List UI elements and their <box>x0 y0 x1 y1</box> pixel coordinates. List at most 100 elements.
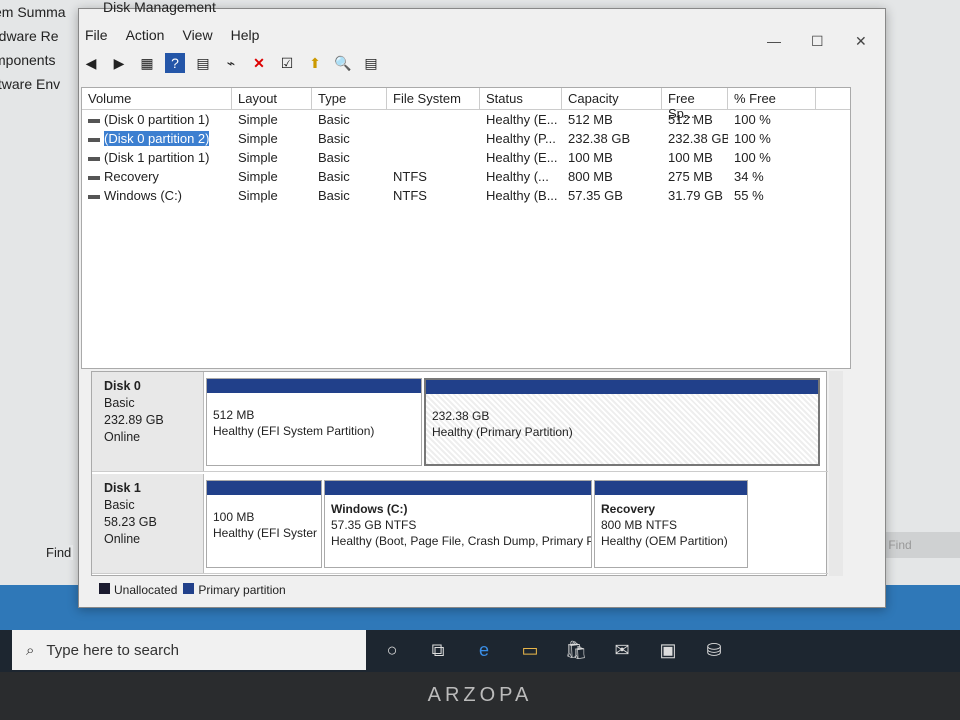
cell-fs: NTFS <box>393 188 427 203</box>
cell-volume: (Disk 0 partition 2) <box>104 131 210 146</box>
taskbar-search[interactable]: ⌕ Type here to search <box>12 630 366 670</box>
graph-scrollbar[interactable] <box>829 371 843 576</box>
partition-efi[interactable]: 100 MB Healthy (EFI Syster <box>206 480 322 568</box>
mail-icon[interactable]: ✉ <box>608 636 636 664</box>
task-view-icon[interactable]: ⧉ <box>424 636 452 664</box>
table-row[interactable]: (Disk 1 partition 1) Simple Basic Healthy (… <box>82 148 850 167</box>
col-percent-free[interactable]: % Free <box>728 88 816 109</box>
bg-item[interactable]: ftware Env <box>0 72 80 96</box>
partition-primary-selected[interactable]: 232.38 GB Healthy (Primary Partition) <box>424 378 820 466</box>
menu-file[interactable]: File <box>85 27 108 43</box>
col-status[interactable]: Status <box>480 88 562 109</box>
disk-0[interactable]: Disk 0 Basic 232.89 GB Online 512 MB Heal… <box>92 372 828 472</box>
disk-0-label[interactable]: Disk 0 Basic 232.89 GB Online <box>92 372 204 471</box>
cell-layout: Simple <box>238 150 278 165</box>
partition-windows-c[interactable]: Windows (C:) 57.35 GB NTFS Healthy (Boot, … <box>324 480 592 568</box>
cell-free: 232.38 GB <box>668 131 728 146</box>
close-button[interactable]: ✕ <box>855 33 867 50</box>
file-explorer-icon[interactable]: ▭ <box>516 636 544 664</box>
import-icon[interactable]: ⬆ <box>305 53 325 73</box>
delete-icon[interactable]: ✕ <box>249 53 269 73</box>
disk-1[interactable]: Disk 1 Basic 58.23 GB Online 100 MB Healt… <box>92 474 828 574</box>
back-icon[interactable]: ◀ <box>81 53 101 73</box>
disk-name: Disk 1 <box>104 481 141 495</box>
col-capacity[interactable]: Capacity <box>562 88 662 109</box>
cell-volume: Windows (C:) <box>104 188 183 203</box>
cell-pct: 100 % <box>734 112 771 127</box>
cell-status: Healthy (B... <box>486 188 558 203</box>
partition-size: 100 MB <box>213 510 255 524</box>
partition-recovery[interactable]: Recovery 800 MB NTFS Healthy (OEM Partitio… <box>594 480 748 568</box>
table-row[interactable]: (Disk 0 partition 2) Simple Basic Healthy (… <box>82 129 850 148</box>
legend-primary: Primary partition <box>183 583 286 597</box>
cell-status: Healthy (E... <box>486 150 558 165</box>
console-tree-icon[interactable]: ▦ <box>137 53 157 73</box>
menu-bar: File Action View Help <box>85 27 259 43</box>
col-volume[interactable]: Volume <box>82 88 232 109</box>
menu-view[interactable]: View <box>182 27 212 43</box>
menu-action[interactable]: Action <box>126 27 165 43</box>
cell-type: Basic <box>318 188 350 203</box>
minimize-button[interactable]: — <box>767 33 781 49</box>
cell-pct: 34 % <box>734 169 764 184</box>
cell-volume: (Disk 1 partition 1) <box>104 150 210 165</box>
list-view-icon[interactable]: ▤ <box>361 53 381 73</box>
cell-layout: Simple <box>238 169 278 184</box>
cell-type: Basic <box>318 131 350 146</box>
system-info-icon[interactable]: ▣ <box>654 636 682 664</box>
col-filesystem[interactable]: File System <box>387 88 480 109</box>
bg-item[interactable]: mponents <box>0 48 80 72</box>
disk-management-icon[interactable]: ⛁ <box>700 636 728 664</box>
legend-label: Primary partition <box>198 583 286 597</box>
volume-icon <box>88 175 100 180</box>
bg-item[interactable]: em Summa <box>0 0 80 24</box>
table-row[interactable]: (Disk 0 partition 1) Simple Basic Healthy (… <box>82 110 850 129</box>
search-folder-icon[interactable]: 🔍 <box>333 53 353 73</box>
connect-icon[interactable]: ⌁ <box>221 53 241 73</box>
table-row[interactable]: Recovery Simple Basic NTFS Healthy (... 800 M… <box>82 167 850 186</box>
cell-pct: 100 % <box>734 131 771 146</box>
col-free-space[interactable]: Free Sp... <box>662 88 728 121</box>
disk-size: 58.23 GB <box>104 515 157 529</box>
edge-icon[interactable]: e <box>470 636 498 664</box>
store-icon[interactable]: 🛍 <box>562 636 590 664</box>
menu-help[interactable]: Help <box>231 27 260 43</box>
partition-name: Windows (C:) <box>331 502 408 516</box>
col-type[interactable]: Type <box>312 88 387 109</box>
cell-capacity: 232.38 GB <box>568 131 631 146</box>
disk-1-label[interactable]: Disk 1 Basic 58.23 GB Online <box>92 474 204 573</box>
partition-efi[interactable]: 512 MB Healthy (EFI System Partition) <box>206 378 422 466</box>
help-icon[interactable]: ? <box>165 53 185 73</box>
partition-name: Recovery <box>601 502 656 516</box>
partition-size: 232.38 GB <box>432 409 490 423</box>
legend-label: Unallocated <box>114 583 178 597</box>
disk-type: Basic <box>104 498 135 512</box>
bg-item[interactable]: rdware Re <box>0 24 80 48</box>
disk-state: Online <box>104 430 141 444</box>
cortana-icon[interactable]: ○ <box>378 636 406 664</box>
partition-size: 512 MB <box>213 408 255 422</box>
partition-status: Healthy (OEM Partition) <box>601 534 728 548</box>
maximize-button[interactable]: ☐ <box>811 33 824 50</box>
legend: Unallocated Primary partition <box>99 583 286 597</box>
partition-status: Healthy (EFI System Partition) <box>213 424 375 438</box>
cell-volume: (Disk 0 partition 1) <box>82 112 232 127</box>
col-layout[interactable]: Layout <box>232 88 312 109</box>
cell-status: Healthy (P... <box>486 131 556 146</box>
table-row[interactable]: Windows (C:) Simple Basic NTFS Healthy (B...… <box>82 186 850 205</box>
cell-pct: 100 % <box>734 150 771 165</box>
disk-state: Online <box>104 532 141 546</box>
cell-capacity: 57.35 GB <box>568 188 623 203</box>
volume-list: Volume Layout Type File System Status Ca… <box>81 87 851 369</box>
partition-size: 800 MB NTFS <box>601 518 678 532</box>
properties-icon[interactable]: ▤ <box>193 53 213 73</box>
disk-management-window: Disk Management — ☐ ✕ File Action View H… <box>78 0 886 608</box>
cell-type: Basic <box>318 112 350 127</box>
cell-capacity: 512 MB <box>568 112 613 127</box>
check-icon[interactable]: ☑ <box>277 53 297 73</box>
cell-volume: Windows (C:) <box>82 188 232 203</box>
find-label: Find <box>46 545 74 560</box>
forward-icon[interactable]: ▶ <box>109 53 129 73</box>
brand-logo: ARZOPA <box>427 684 533 706</box>
taskbar: ⌕ Type here to search ○ ⧉ e ▭ 🛍 ✉ ▣ ⛁ <box>0 630 960 672</box>
